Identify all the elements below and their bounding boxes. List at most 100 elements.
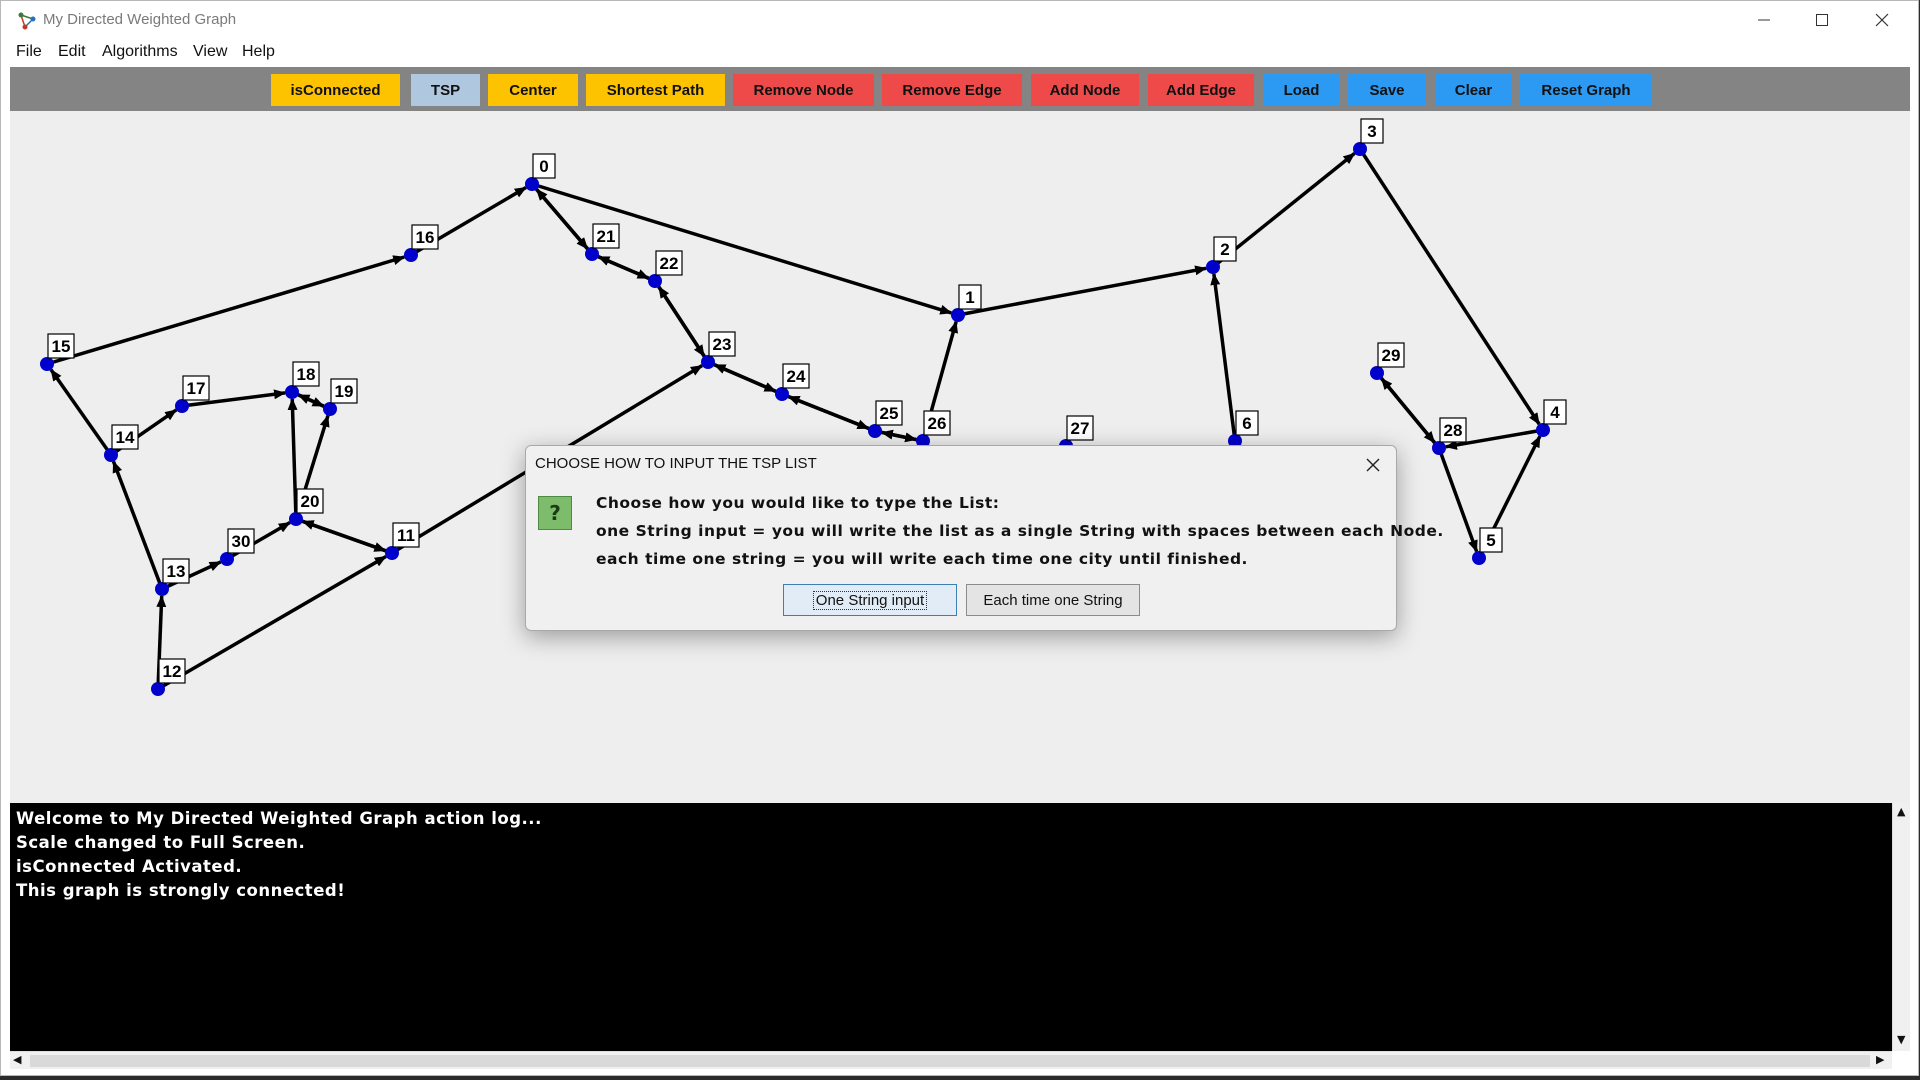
- remove-node-button[interactable]: Remove Node: [733, 74, 874, 106]
- add-node-button[interactable]: Add Node: [1031, 74, 1139, 106]
- graph-node[interactable]: 29: [1370, 342, 1405, 380]
- node-dot[interactable]: [775, 387, 789, 401]
- load-button[interactable]: Load: [1263, 74, 1340, 106]
- menu-edit[interactable]: Edit: [58, 43, 86, 61]
- center-button[interactable]: Center: [488, 74, 578, 106]
- graph-node[interactable]: 13: [155, 558, 190, 596]
- node-label: 28: [1444, 421, 1463, 440]
- node-dot[interactable]: [175, 399, 189, 413]
- graph-node[interactable]: 11: [385, 522, 420, 560]
- graph-edge[interactable]: [46, 255, 406, 366]
- node-dot[interactable]: [385, 546, 399, 560]
- graph-edge[interactable]: [957, 265, 1208, 317]
- clear-button[interactable]: Clear: [1435, 74, 1512, 106]
- node-dot[interactable]: [701, 355, 715, 369]
- dialog-message-line: each time one string = you will write ea…: [596, 550, 1248, 568]
- graph-edge[interactable]: [713, 363, 783, 396]
- node-label: 20: [301, 492, 320, 511]
- app-window: My Directed Weighted Graph File Edit Alg…: [0, 0, 1919, 1076]
- graph-edge[interactable]: [1375, 371, 1436, 444]
- node-dot[interactable]: [1472, 551, 1486, 565]
- add-edge-button[interactable]: Add Edge: [1148, 74, 1254, 106]
- tsp-button[interactable]: TSP: [411, 74, 480, 106]
- each-time-one-string-button[interactable]: Each time one String: [966, 584, 1140, 616]
- graph-node[interactable]: 30: [220, 528, 255, 566]
- graph-node[interactable]: 2: [1206, 236, 1237, 274]
- graph-node[interactable]: 1: [951, 284, 982, 322]
- node-dot[interactable]: [951, 308, 965, 322]
- graph-node[interactable]: 4: [1536, 399, 1567, 437]
- node-dot[interactable]: [1536, 423, 1550, 437]
- log-horizontal-scrollbar[interactable]: ◀ ▶: [10, 1051, 1892, 1069]
- scroll-right-icon[interactable]: ▶: [1876, 1053, 1884, 1066]
- node-dot[interactable]: [220, 552, 234, 566]
- graph-node[interactable]: 3: [1353, 118, 1384, 156]
- graph-edge[interactable]: [287, 397, 298, 520]
- remove-edge-button[interactable]: Remove Edge: [882, 74, 1022, 106]
- node-label: 27: [1071, 419, 1090, 438]
- graph-node[interactable]: 21: [585, 223, 620, 261]
- node-dot[interactable]: [1370, 366, 1384, 380]
- graph-edge[interactable]: [1210, 272, 1237, 442]
- scroll-up-icon[interactable]: ▲: [1897, 805, 1905, 818]
- save-button[interactable]: Save: [1348, 74, 1426, 106]
- graph-edge[interactable]: [49, 368, 113, 457]
- graph-node[interactable]: 18: [285, 361, 320, 399]
- graph-node[interactable]: 17: [175, 375, 210, 413]
- graph-node[interactable]: 15: [40, 333, 75, 371]
- close-window-button[interactable]: [1853, 1, 1911, 39]
- graph-node[interactable]: 24: [775, 363, 810, 401]
- menu-file[interactable]: File: [16, 43, 42, 61]
- node-label: 14: [116, 428, 135, 447]
- graph-node[interactable]: 22: [648, 250, 683, 288]
- graph-edge[interactable]: [653, 280, 706, 358]
- graph-edge[interactable]: [301, 519, 393, 555]
- reset-graph-button[interactable]: Reset Graph: [1520, 74, 1652, 106]
- maximize-button[interactable]: [1793, 1, 1851, 39]
- graph-node[interactable]: 28: [1432, 417, 1467, 455]
- node-label: 4: [1550, 403, 1560, 422]
- node-dot[interactable]: [1206, 260, 1220, 274]
- node-dot[interactable]: [404, 248, 418, 262]
- node-dot[interactable]: [1432, 441, 1446, 455]
- node-label: 18: [297, 365, 316, 384]
- node-dot[interactable]: [525, 177, 539, 191]
- node-dot[interactable]: [104, 448, 118, 462]
- menu-help[interactable]: Help: [242, 43, 275, 61]
- graph-edge[interactable]: [591, 252, 650, 280]
- node-dot[interactable]: [40, 357, 54, 371]
- graph-node[interactable]: 14: [104, 424, 139, 462]
- graph-node[interactable]: 16: [404, 224, 439, 262]
- graph-edge[interactable]: [787, 394, 876, 433]
- scrollbar-thumb[interactable]: [30, 1055, 1870, 1067]
- graph-edge[interactable]: [1437, 447, 1479, 553]
- scroll-down-icon[interactable]: ▼: [1897, 1033, 1905, 1046]
- node-dot[interactable]: [289, 512, 303, 526]
- node-dot[interactable]: [151, 682, 165, 696]
- window-title: My Directed Weighted Graph: [43, 11, 237, 28]
- node-dot[interactable]: [1353, 142, 1367, 156]
- one-string-input-button[interactable]: One String input: [783, 584, 957, 616]
- node-dot[interactable]: [155, 582, 169, 596]
- menu-view[interactable]: View: [193, 43, 227, 61]
- node-dot[interactable]: [285, 385, 299, 399]
- node-label: 5: [1486, 531, 1495, 550]
- node-dot[interactable]: [323, 402, 337, 416]
- graph-node[interactable]: 23: [701, 331, 736, 369]
- shortest-path-button[interactable]: Shortest Path: [586, 74, 725, 106]
- scroll-left-icon[interactable]: ◀: [13, 1053, 21, 1066]
- node-label: 2: [1220, 240, 1229, 259]
- menu-algorithms[interactable]: Algorithms: [102, 43, 178, 61]
- graph-node[interactable]: 26: [916, 410, 951, 448]
- graph-node[interactable]: 12: [151, 658, 186, 696]
- graph-edge[interactable]: [111, 460, 164, 590]
- graph-node[interactable]: 19: [323, 378, 358, 416]
- dialog-close-button[interactable]: [1360, 452, 1386, 478]
- node-dot[interactable]: [585, 247, 599, 261]
- isconnected-button[interactable]: isConnected: [271, 74, 400, 106]
- node-dot[interactable]: [868, 424, 882, 438]
- close-icon: [1366, 458, 1380, 472]
- log-vertical-scrollbar[interactable]: ▲ ▼: [1892, 803, 1910, 1051]
- minimize-button[interactable]: [1735, 1, 1793, 39]
- node-dot[interactable]: [648, 274, 662, 288]
